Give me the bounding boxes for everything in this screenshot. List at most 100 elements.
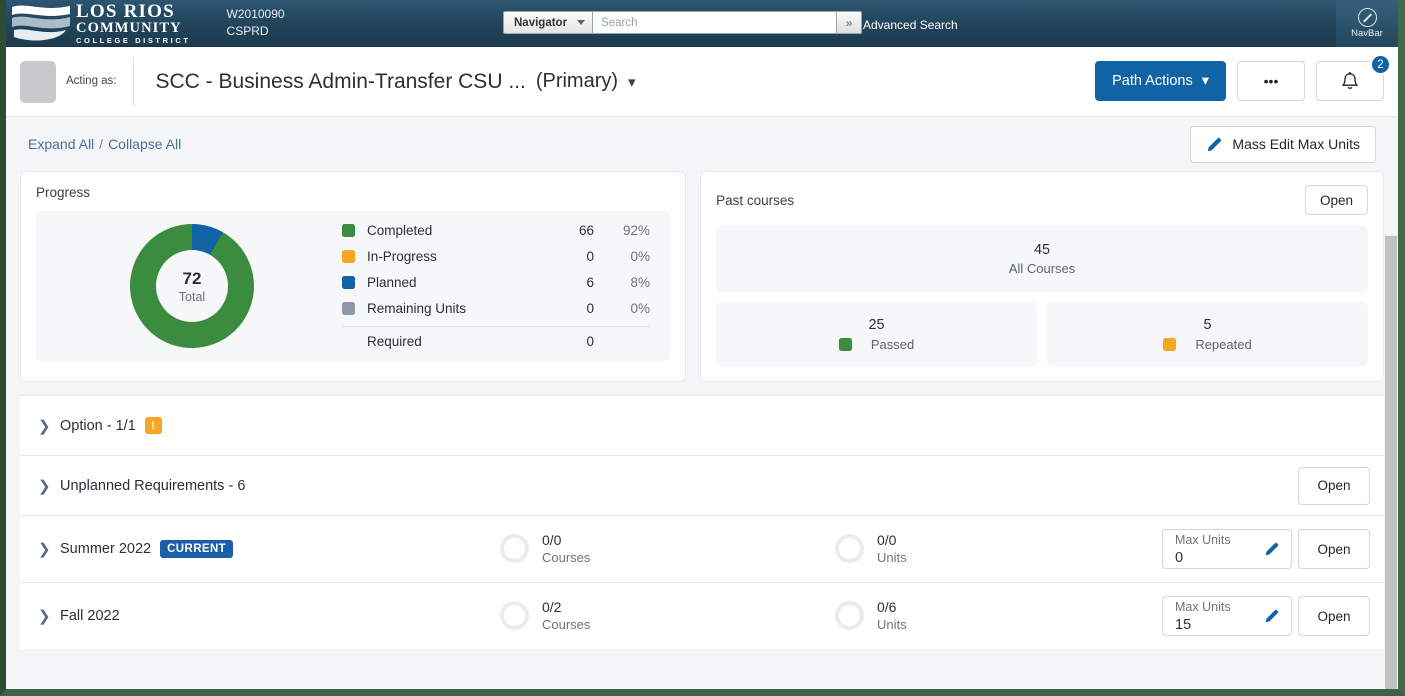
legend-value: 0 [586,301,595,316]
link-separator: / [99,136,104,152]
mass-edit-max-units-button[interactable]: Mass Edit Max Units [1190,125,1376,163]
expand-all-link[interactable]: Expand All [28,136,94,152]
chevron-right-icon[interactable]: ❯ [38,540,60,558]
summary-cards: Progress 72 Total Completed 66 92% In-Progr… [20,171,1384,382]
acting-as-label: Acting as: [66,74,117,90]
chevron-right-icon[interactable]: ❯ [38,607,60,625]
row-label-text: Fall 2022 [60,608,120,624]
requirement-row[interactable]: ❯ Fall 2022 0/2 Courses 0/6 Units Max Units 15 O… [20,582,1384,649]
row-label: Option - 1/1! [60,417,162,434]
pencil-icon [1265,609,1279,623]
units-value: 0/0 [877,532,897,549]
progress-card: Progress 72 Total Completed 66 92% In-Progr… [20,171,687,382]
courses-value: 0/2 [542,599,562,616]
district-logo[interactable]: LOS RIOS COMMUNITY COLLEGE DISTRICT [6,0,191,45]
donut-center: 72 Total [156,250,228,322]
chevron-down-icon[interactable]: ▾ [628,73,636,91]
primary-tag: (Primary) [535,70,619,92]
search-submit-button[interactable]: » [837,11,863,34]
path-actions-button[interactable]: Path Actions ▾ [1095,61,1226,101]
legend-swatch [342,276,355,289]
legend-value: 66 [579,223,595,238]
los-rios-waves-logo [12,3,70,43]
logo-line-3: COLLEGE DISTRICT [76,35,191,45]
acting-as-block[interactable]: Acting as: [6,47,117,116]
chevron-right-icon[interactable]: ❯ [38,417,60,435]
legend-row: In-Progress 0 0% [342,244,650,270]
legend-percent: 0% [630,249,651,264]
legend-value: 0 [586,249,595,264]
past-courses-title: Past courses [716,192,795,208]
max-units-value: 15 [1175,616,1192,633]
past-courses-tiles: 25 Passed 5 Repeated [716,302,1368,366]
status-text: Repeated [1195,336,1252,352]
page-title[interactable]: SCC - Business Admin-Transfer CSU ... (P… [156,70,636,94]
logo-wordmark: LOS RIOS COMMUNITY COLLEGE DISTRICT [76,0,191,45]
path-actions-label: Path Actions [1112,73,1193,89]
legend-value: 6 [586,275,595,290]
progress-ring [835,534,864,564]
past-course-tile: 5 Repeated [1047,302,1368,366]
mass-edit-label: Mass Edit Max Units [1232,136,1360,152]
progress-card-title: Progress [36,185,91,200]
requirement-row[interactable]: ❯ Summer 2022 CURRENT 0/0 Courses 0/0 Units Max… [20,515,1384,582]
navbar-button[interactable]: NavBar [1336,0,1398,47]
vertical-scrollbar[interactable] [1384,234,1398,689]
requirement-row[interactable]: ❯ Unplanned Requirements - 6 Open [20,455,1384,515]
all-courses-label: All Courses [1008,261,1076,276]
past-course-label: Repeated [1163,336,1252,352]
app-window: LOS RIOS COMMUNITY COLLEGE DISTRICT W201… [0,0,1405,696]
legend-percent: 8% [630,275,651,290]
collapse-all-link[interactable]: Collapse All [108,136,181,152]
donut-total-label: Total [178,289,206,304]
requirement-row[interactable]: ❯ Option - 1/1! [20,395,1384,455]
row-label: Fall 2022 [60,608,120,624]
legend-row: Completed 66 92% [342,218,650,244]
legend-label: In-Progress [367,249,437,264]
donut-ring: 72 Total [107,201,277,371]
user-avatar-placeholder [20,60,56,103]
peoplesoft-top-bar: LOS RIOS COMMUNITY COLLEGE DISTRICT W201… [6,0,1398,47]
row-open-button[interactable]: Open [1298,596,1370,636]
logo-line-1: LOS RIOS [76,0,175,22]
requirement-rows: ❯ Option - 1/1! ❯ Unplanned Requirements - … [20,395,1384,649]
notification-badge: 2 [1370,54,1391,75]
row-label-text: Option - 1/1 [60,417,136,434]
chevron-right-icon[interactable]: ❯ [38,477,60,495]
units-metric: 0/6 Units [835,598,907,633]
row-label-text: Summer 2022 [60,541,152,557]
row-open-button[interactable]: Open [1298,529,1370,569]
pencil-icon [1208,136,1223,151]
past-course-value: 25 [868,316,885,333]
legend-row: Remaining Units 0 0% [342,296,650,322]
legend-row: Planned 6 8% [342,270,650,296]
status-swatch [1163,337,1177,351]
navigator-dropdown[interactable]: Navigator [503,11,593,34]
legend-row-required: Required 0 [342,329,650,355]
navigator-label: Navigator [514,16,568,29]
advanced-search-link[interactable]: Advanced Search [863,18,958,32]
search-input[interactable] [592,11,838,34]
max-units-field[interactable]: Max Units 0 [1162,529,1292,569]
content-toolbar: Expand All / Collapse All Mass Edit Max Un… [20,117,1384,171]
legend-separator [342,325,651,327]
more-options-button[interactable]: ••• [1237,61,1305,101]
current-term-badge: CURRENT [160,540,234,558]
units-label: Units [877,616,907,632]
legend-label: Completed [367,223,433,238]
max-units-field[interactable]: Max Units 15 [1162,596,1292,636]
max-units-label: Max Units [1175,532,1231,547]
user-id: W2010090 [226,6,285,21]
legend-label: Remaining Units [367,301,467,316]
header-divider [132,57,134,106]
main-content: Expand All / Collapse All Mass Edit Max Un… [6,117,1398,689]
past-course-value: 5 [1203,316,1212,333]
past-courses-header: Past courses Open [716,185,1368,215]
scrollbar-thumb[interactable] [1385,236,1397,689]
past-courses-open-button[interactable]: Open [1304,185,1368,215]
row-open-button[interactable]: Open [1298,466,1370,505]
progress-ring [500,601,529,631]
donut-chart: 72 Total [42,201,342,371]
status-swatch [838,337,852,351]
notifications-button[interactable]: 2 [1316,54,1391,101]
